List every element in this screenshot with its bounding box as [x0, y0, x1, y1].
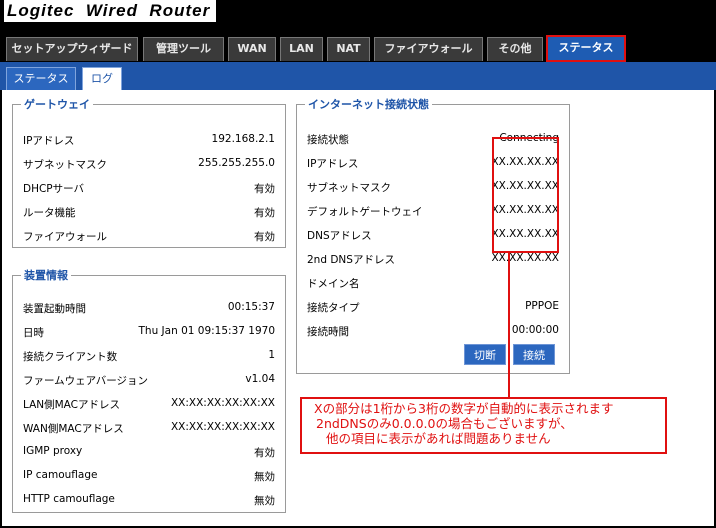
row-label: LAN側MACアドレス	[23, 399, 121, 411]
row-value: v1.04	[245, 373, 275, 385]
row-value: 無効	[254, 471, 275, 483]
device-row: LAN側MACアドレス XX:XX:XX:XX:XX:XX	[13, 397, 285, 417]
row-label: WAN側MACアドレス	[23, 423, 124, 435]
tab-firewall[interactable]: ファイアウォール	[374, 37, 483, 61]
tab-admin-tools[interactable]: 管理ツール	[143, 37, 224, 61]
device-info-legend: 装置情報	[24, 269, 68, 282]
row-value: 無効	[254, 495, 275, 507]
row-label: サブネットマスク	[307, 182, 391, 194]
row-label: ファームウェアバージョン	[23, 375, 149, 387]
row-label: 接続クライアント数	[23, 351, 118, 363]
row-label: DHCPサーバ	[23, 183, 85, 195]
row-label: ルータ機能	[23, 207, 76, 219]
internet-row: ドメイン名	[297, 276, 569, 296]
tab-status[interactable]: ステータス	[546, 35, 626, 62]
row-label: IPアドレス	[307, 158, 359, 170]
device-row: ファームウェアバージョン v1.04	[13, 373, 285, 393]
tab-setup-wizard[interactable]: セットアップウィザード	[6, 37, 138, 61]
row-value: 有効	[254, 183, 275, 195]
device-row: WAN側MACアドレス XX:XX:XX:XX:XX:XX	[13, 421, 285, 441]
row-value: PPPOE	[525, 300, 559, 312]
row-label: 装置起動時間	[23, 303, 86, 315]
row-label: 接続タイプ	[307, 302, 360, 314]
row-label: デフォルトゲートウェイ	[307, 206, 423, 218]
row-label: サブネットマスク	[23, 159, 107, 171]
row-label: 接続時間	[307, 326, 349, 338]
disconnect-button[interactable]: 切断	[464, 344, 506, 365]
row-label: HTTP camouflage	[23, 493, 115, 505]
tab-wan[interactable]: WAN	[228, 37, 276, 61]
gateway-legend: ゲートウェイ	[24, 98, 90, 111]
connect-button[interactable]: 接続	[513, 344, 555, 365]
content-area: ゲートウェイ IPアドレス 192.168.2.1 サブネットマスク 255.255…	[2, 90, 714, 526]
row-label: 日時	[23, 327, 44, 339]
row-label: 接続状態	[307, 134, 349, 146]
note-line: 2ndDNSのみ0.0.0.0の場合もございますが、	[316, 416, 573, 431]
row-value: 255.255.255.0	[198, 157, 275, 169]
gateway-row: DHCPサーバ 有効	[13, 181, 285, 201]
row-value: XX:XX:XX:XX:XX:XX	[170, 397, 275, 409]
row-label: IGMP proxy	[23, 445, 83, 457]
sub-tab-bar: ステータス ログ	[0, 62, 716, 90]
device-row: 装置起動時間 00:15:37	[13, 301, 285, 321]
gateway-row: ファイアウォール 有効	[13, 229, 285, 249]
tab-other[interactable]: その他	[487, 37, 543, 61]
row-value: XX:XX:XX:XX:XX:XX	[170, 421, 275, 433]
subtab-status[interactable]: ステータス	[6, 67, 76, 90]
row-label: ファイアウォール	[23, 231, 107, 243]
device-row: HTTP camouflage 無効	[13, 493, 285, 513]
row-value: 有効	[254, 231, 275, 243]
internet-row: 2nd DNSアドレス XX.XX.XX.XX	[297, 252, 569, 272]
gateway-row: サブネットマスク 255.255.255.0	[13, 157, 285, 177]
device-row: IP camouflage 無効	[13, 469, 285, 489]
row-label: DNSアドレス	[307, 230, 372, 242]
gateway-panel: ゲートウェイ IPアドレス 192.168.2.1 サブネットマスク 255.255…	[12, 96, 286, 248]
annotation-note: Xの部分は1桁から3桁の数字が自動的に表示されます 2ndDNSのみ0.0.0.…	[300, 397, 667, 454]
row-value: 00:00:00	[511, 324, 559, 336]
gateway-row: ルータ機能 有効	[13, 205, 285, 225]
internet-row: 接続タイプ PPPOE	[297, 300, 569, 320]
row-value: Thu Jan 01 09:15:37 1970	[138, 325, 276, 337]
highlight-box	[492, 137, 559, 253]
row-label: 2nd DNSアドレス	[307, 254, 395, 266]
tab-lan[interactable]: LAN	[280, 37, 323, 61]
internet-row: 接続時間 00:00:00	[297, 324, 569, 344]
note-line: 他の項目に表示があれば問題ありません	[326, 431, 551, 446]
app-title: Logitec Wired Router	[4, 0, 217, 22]
row-value: 192.168.2.1	[211, 133, 275, 145]
gateway-row: IPアドレス 192.168.2.1	[13, 133, 285, 153]
tab-nat[interactable]: NAT	[327, 37, 370, 61]
device-row: 日時 Thu Jan 01 09:15:37 1970	[13, 325, 285, 345]
subtab-log[interactable]: ログ	[82, 67, 122, 90]
row-value: 1	[268, 349, 275, 361]
row-value: 00:15:37	[227, 301, 275, 313]
callout-line	[508, 253, 510, 397]
device-info-panel: 装置情報 装置起動時間 00:15:37 日時 Thu Jan 01 09:15:3…	[12, 267, 286, 513]
device-row: IGMP proxy 有効	[13, 445, 285, 465]
device-row: 接続クライアント数 1	[13, 349, 285, 369]
row-value: XX.XX.XX.XX	[491, 252, 559, 264]
row-label: ドメイン名	[307, 278, 360, 290]
header: Logitec Wired Router セットアップウィザード 管理ツール W…	[0, 0, 716, 62]
note-line: Xの部分は1桁から3桁の数字が自動的に表示されます	[314, 401, 614, 416]
internet-status-legend: インターネット接続状態	[308, 98, 429, 111]
row-label: IPアドレス	[23, 135, 75, 147]
row-value: 有効	[254, 207, 275, 219]
row-value: 有効	[254, 447, 275, 459]
row-label: IP camouflage	[23, 469, 98, 481]
